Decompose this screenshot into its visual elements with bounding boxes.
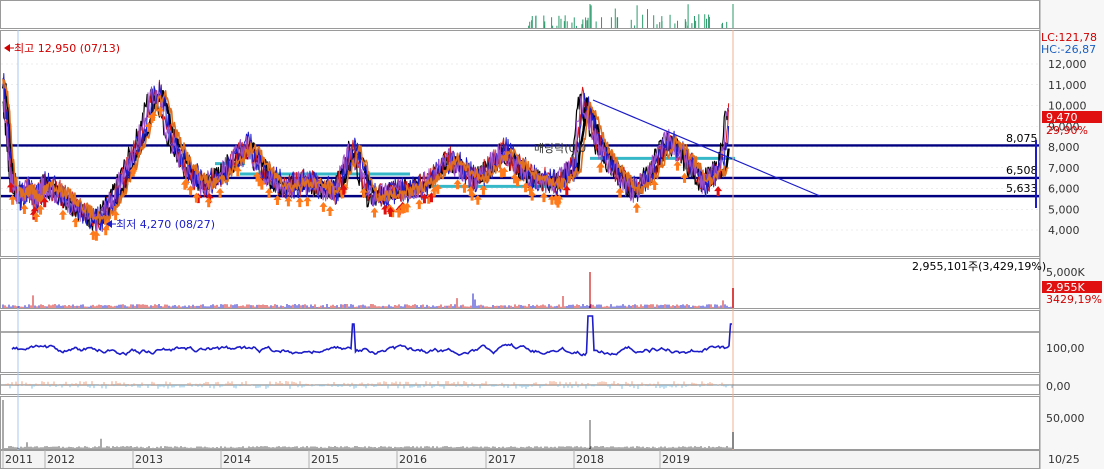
high-label: 최고 12,950 (07/13) [14, 42, 120, 55]
low-label: 최저 4,270 (08/27) [116, 218, 215, 231]
price-y-tick: 7,000 [1048, 162, 1080, 175]
indicator-tick: 100,00 [1046, 342, 1085, 355]
bottom-tick: 50,000 [1046, 412, 1085, 425]
x-end-label: 10/25 [1048, 453, 1080, 466]
level-low-label: 5,633 [1006, 182, 1038, 195]
x-tick-label: 2019 [662, 453, 690, 466]
current-change-label: 29,90% [1046, 124, 1088, 137]
volume-current-pct: 3429,19% [1046, 293, 1102, 306]
price-y-tick: 8,000 [1048, 141, 1080, 154]
x-tick-label: 2016 [399, 453, 427, 466]
x-tick-label: 2017 [488, 453, 516, 466]
hc-label: HC:-26,87 [1041, 43, 1096, 56]
x-tick-label: 2013 [135, 453, 163, 466]
low-annotation: 최저 4,270 (08/27) [106, 218, 215, 231]
x-tick-label: 2014 [223, 453, 251, 466]
price-y-tick: 5,000 [1048, 203, 1080, 216]
current-price-label: 9,470 [1046, 111, 1078, 124]
x-tick-label: 2018 [576, 453, 604, 466]
level-mid-label: 6,508 [1006, 164, 1038, 177]
level-text-label: 매당락(0,0 [534, 142, 586, 155]
x-tick-label: 2012 [47, 453, 75, 466]
price-y-tick: 12,000 [1048, 58, 1087, 71]
x-tick-label: 2015 [311, 453, 339, 466]
level-high-label: 8,075 [1006, 132, 1038, 145]
volume-tick: 5,000K [1046, 266, 1085, 279]
stock-chart-window: 12,000 11,000 10,000 9,000 8,000 7,000 6,000 5,… [0, 0, 1104, 469]
panel-frames [0, 0, 1104, 469]
oscillator-tick: 0,00 [1046, 380, 1071, 393]
price-y-tick: 11,000 [1048, 79, 1087, 92]
volume-label: 2,955,101주(3,429,19%) [912, 260, 1046, 273]
high-annotation: 최고 12,950 (07/13) [4, 42, 120, 55]
stock-chart: 12,00011,00010,0009,0008,0007,0006,0005,… [0, 0, 1104, 469]
price-y-tick: 6,000 [1048, 183, 1080, 196]
price-y-tick: 4,000 [1048, 224, 1080, 237]
x-tick-label: 2011 [5, 453, 33, 466]
